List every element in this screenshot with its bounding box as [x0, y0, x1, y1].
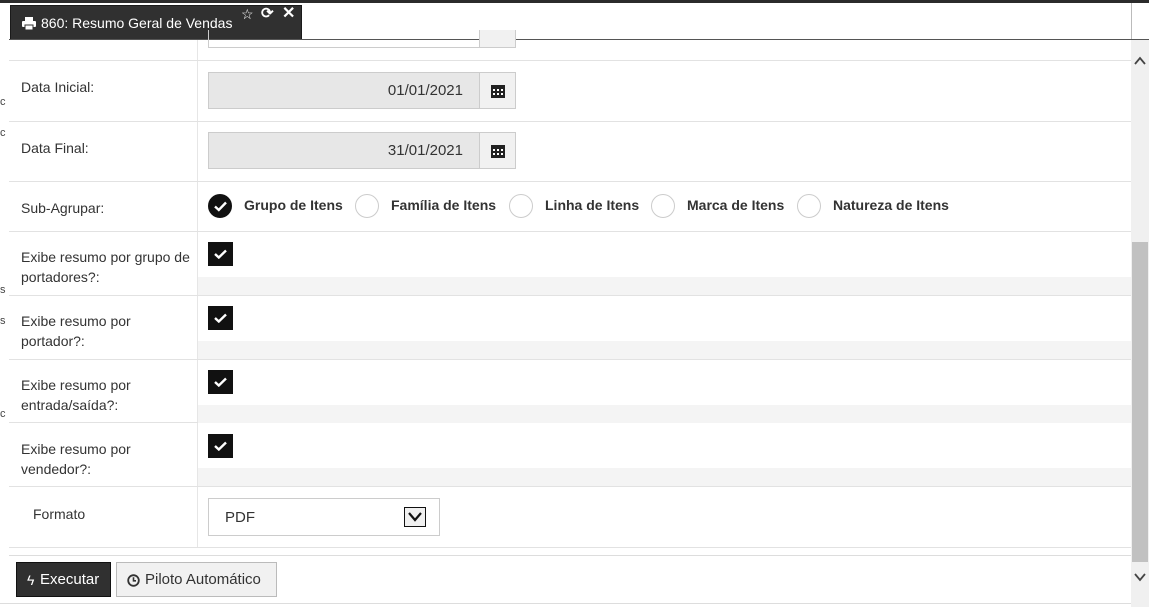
- row-band: [198, 341, 1131, 359]
- row-resumo-grupo-portadores: Exibe resumo por grupo de portadores?:: [9, 232, 1131, 296]
- printer-icon: [22, 17, 36, 31]
- formato-select[interactable]: PDF: [208, 498, 440, 536]
- top-strip: [0, 0, 1149, 3]
- row-band: [198, 405, 1131, 423]
- bottom-divider: [0, 603, 1131, 604]
- radio-label-linha-de-itens[interactable]: Linha de Itens: [545, 197, 639, 213]
- data-inicial-label: Data Inicial:: [21, 79, 95, 95]
- data-final-input[interactable]: 31/01/2021: [208, 132, 480, 169]
- background-text: c: [0, 127, 6, 139]
- bolt-icon: ϟ: [27, 572, 35, 588]
- data-inicial-input[interactable]: 01/01/2021: [208, 72, 480, 109]
- formato-selected-value: PDF: [225, 509, 255, 526]
- background-text: s: [0, 284, 6, 296]
- row-sub-agrupar: Sub-Agrupar: Grupo de Itens Família de I…: [9, 182, 1131, 232]
- background-text: c: [0, 96, 6, 108]
- row-resumo-entrada-saida: Exibe resumo por entrada/saída?:: [9, 360, 1131, 423]
- chevron-down-icon[interactable]: [404, 507, 426, 527]
- check-icon: [214, 441, 227, 451]
- resumo-portador-label-2: portador?:: [21, 333, 85, 349]
- row-formato: Formato PDF: [9, 487, 1131, 548]
- autopilot-button[interactable]: Piloto Automático: [116, 562, 277, 597]
- radio-label-marca-de-itens[interactable]: Marca de Itens: [687, 197, 784, 213]
- row-data-final: Data Final: 31/01/2021: [9, 122, 1131, 182]
- background-window-edge: c c s s c: [0, 40, 9, 607]
- row-resumo-vendedor: Exibe resumo por vendedor?:: [9, 423, 1131, 487]
- data-final-label: Data Final:: [21, 140, 89, 156]
- row-resumo-portador: Exibe resumo por portador?:: [9, 296, 1131, 360]
- chevron-up-icon[interactable]: [1133, 54, 1147, 68]
- radio-familia-de-itens[interactable]: [355, 194, 379, 218]
- data-inicial-calendar-button[interactable]: [479, 72, 516, 109]
- execute-button-label: Executar: [40, 571, 100, 588]
- background-text: c: [0, 408, 6, 420]
- check-icon: [214, 249, 227, 259]
- radio-grupo-de-itens[interactable]: [208, 194, 232, 218]
- radio-label-familia-de-itens[interactable]: Família de Itens: [391, 197, 496, 213]
- vertical-scrollbar[interactable]: [1131, 40, 1149, 607]
- radio-marca-de-itens[interactable]: [651, 194, 675, 218]
- data-final-calendar-button[interactable]: [479, 132, 516, 169]
- resumo-grupo-portadores-label-1: Exibe resumo por grupo de: [21, 249, 190, 265]
- window-edge: [1131, 3, 1132, 39]
- resumo-vendedor-checkbox[interactable]: [208, 434, 233, 458]
- tab-title: 860: Resumo Geral de Vendas: [41, 15, 233, 31]
- radio-label-natureza-de-itens[interactable]: Natureza de Itens: [833, 197, 949, 213]
- row-data-inicial: Data Inicial: 01/01/2021: [9, 61, 1131, 122]
- star-icon[interactable]: ☆: [241, 7, 254, 21]
- close-icon[interactable]: ✕: [282, 6, 295, 22]
- resumo-grupo-portadores-label-2: portadores?:: [21, 269, 100, 285]
- form-panel: Data Inicial: 01/01/2021 Data Final: 31/…: [9, 30, 1149, 608]
- calendar-icon: [491, 145, 505, 158]
- check-icon: [214, 313, 227, 323]
- resumo-entrada-saida-checkbox[interactable]: [208, 370, 233, 394]
- radio-label-grupo-de-itens[interactable]: Grupo de Itens: [244, 197, 343, 213]
- clock-icon: [127, 574, 140, 587]
- resumo-entrada-saida-label-2: entrada/saída?:: [21, 397, 119, 413]
- autopilot-button-label: Piloto Automático: [145, 571, 261, 588]
- partial-input: [208, 30, 480, 48]
- sub-agrupar-label: Sub-Agrupar:: [21, 200, 105, 216]
- background-text: s: [0, 315, 6, 327]
- resumo-vendedor-label-2: vendedor?:: [21, 461, 92, 477]
- scrollbar-thumb[interactable]: [1132, 242, 1148, 562]
- row-band: [198, 468, 1131, 486]
- form-row-partial: [9, 30, 1131, 61]
- partial-button: [479, 30, 516, 48]
- resumo-portador-label-1: Exibe resumo por: [21, 313, 131, 329]
- resumo-grupo-portadores-checkbox[interactable]: [208, 242, 233, 266]
- chevron-down-icon[interactable]: [1133, 570, 1147, 584]
- radio-linha-de-itens[interactable]: [509, 194, 533, 218]
- resumo-vendedor-label-1: Exibe resumo por: [21, 441, 131, 457]
- execute-button[interactable]: ϟ Executar: [16, 562, 111, 597]
- resumo-entrada-saida-label-1: Exibe resumo por: [21, 377, 131, 393]
- resumo-portador-checkbox[interactable]: [208, 306, 233, 330]
- form-footer: ϟ Executar Piloto Automático: [9, 555, 1131, 608]
- label-cell: [9, 40, 198, 60]
- radio-natureza-de-itens[interactable]: [797, 194, 821, 218]
- check-icon: [214, 201, 227, 212]
- refresh-icon[interactable]: ⟳: [261, 6, 274, 22]
- formato-label: Formato: [33, 506, 86, 522]
- row-band: [198, 277, 1131, 295]
- check-icon: [214, 377, 227, 387]
- calendar-icon: [491, 85, 505, 98]
